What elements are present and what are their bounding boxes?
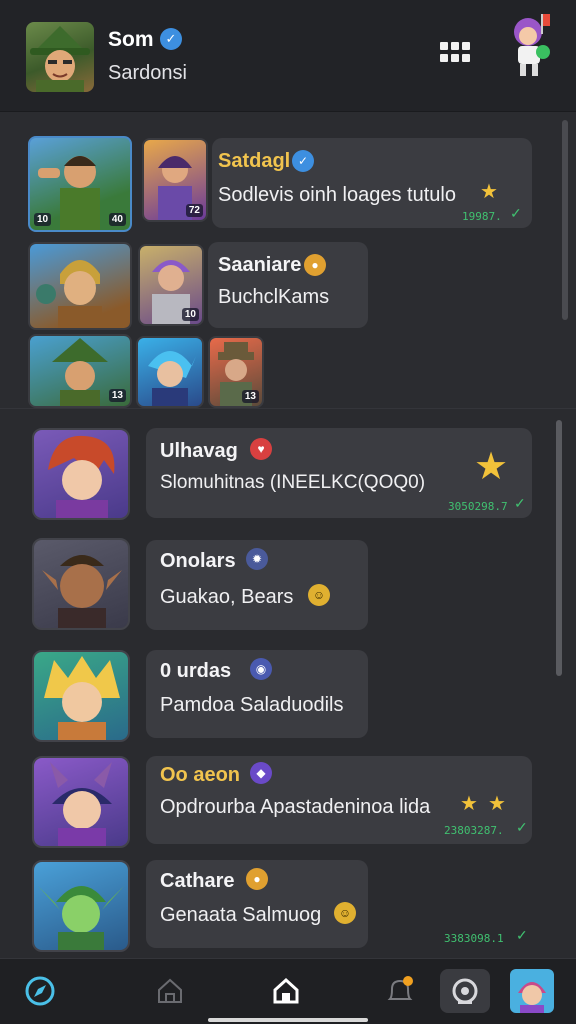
nav-home-outline[interactable] <box>146 969 194 1013</box>
goblin-art <box>38 886 124 950</box>
bottom-nav <box>0 958 576 1024</box>
home-outline-icon <box>158 978 182 1003</box>
nav-profile[interactable] <box>508 969 556 1013</box>
thumbnail-ranger[interactable]: 13 <box>28 334 132 408</box>
thumbnail-warrior[interactable]: 10 40 <box>28 136 132 232</box>
thumbnail-armored-hero[interactable]: 10 <box>138 244 204 326</box>
star-icon: ★ <box>474 446 509 488</box>
redhair-art <box>48 435 115 518</box>
read-check-icon: ✓ <box>514 495 526 511</box>
message-text: Pamdoa Saladuodils <box>160 694 344 716</box>
star-icon: ★ <box>480 181 498 203</box>
shield-badge-icon: ◉ <box>250 658 272 680</box>
smile-emoji-icon: ☺ <box>308 584 330 606</box>
list-scrollbar[interactable] <box>556 420 562 676</box>
sender-name: 0 urdas <box>160 660 232 682</box>
profile-avatar <box>510 969 554 1013</box>
ranger-portrait <box>30 26 90 92</box>
thumbnail-mage[interactable]: 72 <box>142 138 208 222</box>
coin-icon: ● <box>246 868 268 890</box>
message-text: Guakao, Bears <box>160 586 294 608</box>
knight-art <box>36 260 102 328</box>
nav-camera[interactable] <box>440 969 490 1013</box>
avatar-horned[interactable]: S <box>32 756 130 848</box>
message-time: 19987. <box>462 210 502 223</box>
verified-icon: ✓ <box>292 150 314 172</box>
camera-icon <box>452 978 478 1004</box>
thumb-badge: 10 <box>181 308 199 321</box>
thumb-badge: 72 <box>185 204 203 217</box>
message-text: Sodlevis oinh loages tutulo <box>218 184 456 206</box>
message-text: BuchclKams <box>218 286 330 308</box>
chat-header: Som ✓ Sardonsi <box>0 0 576 112</box>
sender-name: Cathare <box>160 870 235 892</box>
sender-name: Saaniare <box>218 254 302 276</box>
compass-icon <box>25 976 55 1006</box>
message-time: 3383098.1 <box>444 932 504 945</box>
top-scrollbar[interactable] <box>562 120 568 320</box>
star-icon: ★ <box>488 793 506 815</box>
thumb-badge: 13 <box>108 389 126 402</box>
thumbnail-blue-hero[interactable] <box>136 336 204 408</box>
group-avatar[interactable] <box>26 22 94 92</box>
thumbnail-adventurer[interactable]: 13 <box>208 336 264 408</box>
message-time: 3050298.7 <box>448 500 508 513</box>
avatar-goblin[interactable]: G 13 <box>32 860 130 952</box>
blonde-art <box>44 656 120 740</box>
gear-badge-icon: ✹ <box>246 548 268 570</box>
message-text: Genaata Salmuog <box>160 904 322 926</box>
mascot-character <box>514 14 550 76</box>
mascot-avatar[interactable] <box>506 12 556 78</box>
message-text: Slomuhitnas (INEELKC(QOQ0) <box>160 472 426 493</box>
read-check-icon: ✓ <box>516 927 528 943</box>
thumb-badge: 40 <box>108 213 126 226</box>
blue-hero-art <box>148 351 196 406</box>
avatar-redhair[interactable]: R <box>32 428 130 520</box>
smile-emoji-icon: ☺ <box>334 902 356 924</box>
sender-name: Onolars <box>160 550 236 572</box>
thumb-badge: 13 <box>241 390 259 403</box>
avatar-blonde[interactable]: F 10 <box>32 650 130 742</box>
message-bubble[interactable]: Satdagl ✓ Sodlevis oinh loages tutulo ★ … <box>212 138 532 228</box>
message-bubble[interactable]: Saaniare ● BuchclKams <box>208 242 368 328</box>
sender-name: Ulhavag <box>160 440 238 462</box>
message-bubble[interactable]: 0 urdas ◉ Pamdoa Saladuodils <box>146 650 368 738</box>
horned-art <box>50 762 112 846</box>
message-bubble[interactable]: Oo aeon ◆ Opdrourba Apastadeninoa lida ★… <box>146 756 532 844</box>
message-time: 23803287. <box>444 824 504 837</box>
orc-art <box>42 555 122 628</box>
verified-icon: ✓ <box>160 28 182 50</box>
message-bubble[interactable]: Ulhavag ♥ Slomuhitnas (INEELKC(QOQ0) ★ 3… <box>146 428 532 518</box>
nav-notifications[interactable] <box>376 969 424 1013</box>
nav-compass[interactable] <box>16 969 64 1013</box>
thumbnail-knight[interactable] <box>28 242 132 330</box>
coin-icon: ● <box>304 254 326 276</box>
read-check-icon: ✓ <box>516 819 528 835</box>
gem-icon: ◆ <box>250 762 272 784</box>
message-bubble[interactable]: Onolars ✹ Guakao, Bears ☺ <box>146 540 368 630</box>
chat-title: Som <box>108 28 154 51</box>
sender-name: Oo aeon <box>160 764 241 786</box>
message-bubble[interactable]: Cathare ● Genaata Salmuog ☺ <box>146 860 368 948</box>
grid-menu-icon[interactable] <box>440 42 470 66</box>
sender-name: Satdagl <box>218 150 291 172</box>
home-indicator <box>208 1018 368 1022</box>
chat-subtitle: Sardonsi <box>108 62 187 84</box>
thumb-badge: 10 <box>34 213 52 226</box>
heart-icon: ♥ <box>250 438 272 460</box>
read-check-icon: ✓ <box>510 205 522 221</box>
nav-home[interactable] <box>262 969 310 1013</box>
bell-icon <box>387 976 413 1000</box>
message-text: Opdrourba Apastadeninoa lida <box>160 796 431 818</box>
home-icon <box>273 977 299 1004</box>
avatar-orc[interactable]: P <box>32 538 130 630</box>
star-icon: ★ <box>460 793 478 815</box>
